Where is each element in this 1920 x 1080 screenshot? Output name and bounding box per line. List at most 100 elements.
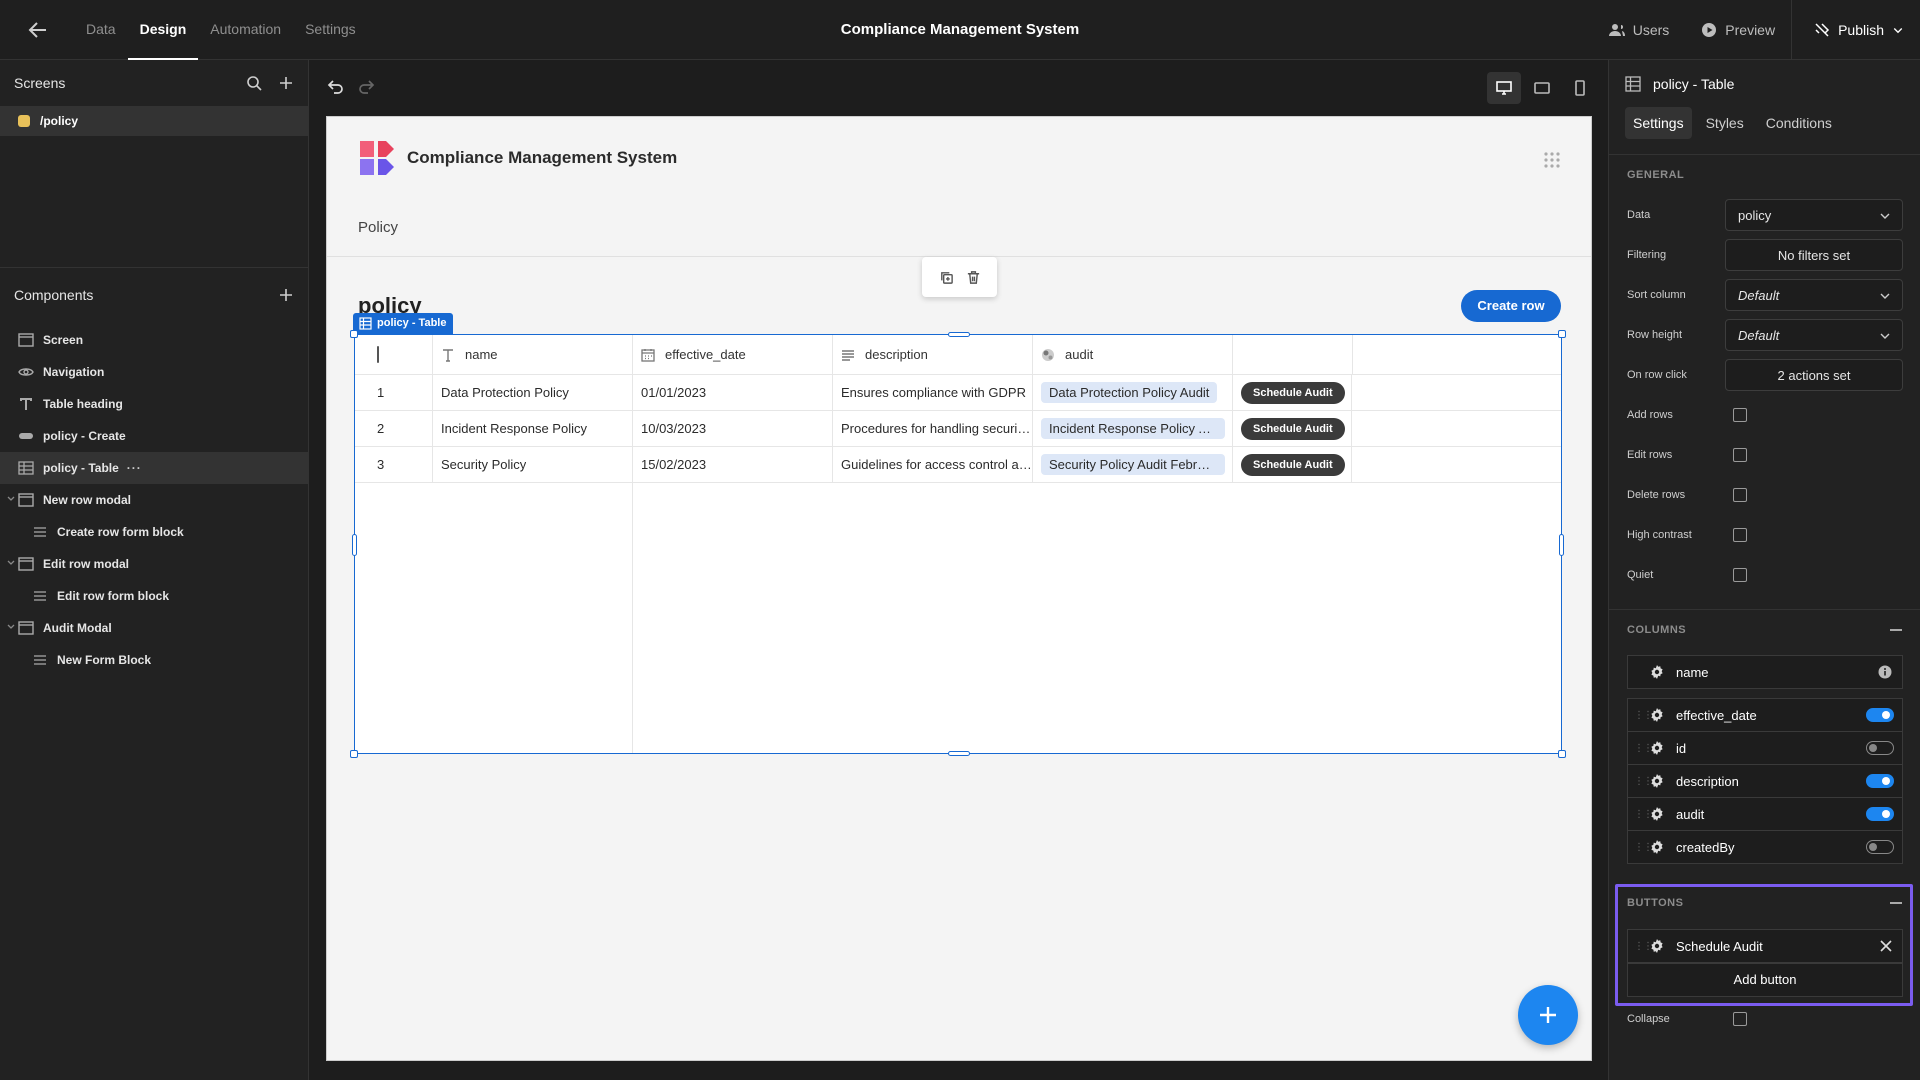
- nav-settings[interactable]: Settings: [293, 0, 368, 60]
- data-select[interactable]: policy: [1725, 199, 1903, 231]
- top-bar: Data Design Automation Settings Complian…: [0, 0, 1920, 60]
- table-row[interactable]: 3 Security Policy 15/02/2023 Guidelines …: [355, 447, 1561, 483]
- undo-icon[interactable]: [326, 78, 344, 96]
- nav-data[interactable]: Data: [74, 0, 128, 60]
- drag-handle-icon[interactable]: ⋮⋮: [1628, 941, 1653, 952]
- nav-automation[interactable]: Automation: [198, 0, 293, 60]
- add-rows-checkbox[interactable]: [1733, 408, 1747, 422]
- tab-conditions[interactable]: Conditions: [1758, 107, 1840, 139]
- column-item-description[interactable]: ⋮⋮ description: [1627, 764, 1903, 798]
- on-row-click-button[interactable]: 2 actions set: [1725, 359, 1903, 391]
- component-audit-modal[interactable]: Audit Modal: [0, 612, 308, 644]
- high-contrast-checkbox[interactable]: [1733, 528, 1747, 542]
- nav-link-policy[interactable]: Policy: [358, 219, 398, 236]
- preview-canvas: Compliance Management System Policy poli…: [326, 116, 1592, 1061]
- resize-handle[interactable]: [948, 751, 970, 756]
- audit-link-pill[interactable]: Incident Response Policy Audit: [1041, 418, 1225, 439]
- add-component-fab[interactable]: [1518, 985, 1578, 1045]
- drag-handle-icon[interactable]: ⋮⋮: [1628, 776, 1653, 787]
- resize-handle[interactable]: [352, 534, 357, 556]
- column-visibility-toggle[interactable]: [1866, 741, 1894, 755]
- column-header-description[interactable]: description: [832, 335, 1032, 374]
- component-new-row-modal[interactable]: New row modal: [0, 484, 308, 516]
- trash-icon[interactable]: [966, 270, 981, 285]
- select-all-checkbox[interactable]: [377, 346, 379, 363]
- component-policy-create[interactable]: policy - Create: [0, 420, 308, 452]
- component-policy-table[interactable]: policy - Table ···: [0, 452, 308, 484]
- publish-label: Publish: [1838, 22, 1884, 38]
- preview-button[interactable]: Preview: [1685, 0, 1791, 60]
- column-header-audit[interactable]: audit: [1032, 335, 1232, 374]
- audit-link-pill[interactable]: Data Protection Policy Audit: [1041, 382, 1218, 403]
- drag-handle-icon[interactable]: ⋮⋮: [1628, 710, 1653, 721]
- button-item-schedule-audit[interactable]: ⋮⋮ Schedule Audit: [1627, 929, 1903, 963]
- column-visibility-toggle[interactable]: [1866, 774, 1894, 788]
- collapse-checkbox[interactable]: [1733, 1012, 1747, 1026]
- audit-link-pill[interactable]: Security Policy Audit February: [1041, 454, 1225, 475]
- delete-rows-checkbox[interactable]: [1733, 488, 1747, 502]
- mobile-view-button[interactable]: [1563, 72, 1597, 104]
- collapse-columns-icon[interactable]: [1890, 629, 1902, 631]
- top-nav: Data Design Automation Settings: [74, 0, 368, 60]
- search-icon[interactable]: [246, 75, 262, 91]
- component-screen[interactable]: Screen: [0, 324, 308, 356]
- quiet-checkbox[interactable]: [1733, 568, 1747, 582]
- column-item-name[interactable]: name: [1627, 655, 1903, 689]
- table-row[interactable]: 1 Data Protection Policy 01/01/2023 Ensu…: [355, 375, 1561, 411]
- column-visibility-toggle[interactable]: [1866, 807, 1894, 821]
- schedule-audit-button[interactable]: Schedule Audit: [1241, 453, 1345, 476]
- column-divider: [632, 483, 633, 753]
- resize-handle[interactable]: [1558, 330, 1566, 338]
- screen-item-policy[interactable]: /policy: [0, 106, 308, 136]
- sort-column-select[interactable]: Default: [1725, 279, 1903, 311]
- duplicate-icon[interactable]: [939, 270, 954, 285]
- close-icon[interactable]: [1880, 940, 1892, 952]
- column-visibility-toggle[interactable]: [1866, 840, 1894, 854]
- drag-handle-icon[interactable]: ⋮⋮: [1628, 743, 1653, 754]
- resize-handle[interactable]: [350, 750, 358, 758]
- redo-icon[interactable]: [358, 78, 376, 96]
- collapse-buttons-icon[interactable]: [1890, 902, 1902, 904]
- component-navigation[interactable]: Navigation: [0, 356, 308, 388]
- column-visibility-toggle[interactable]: [1866, 708, 1894, 722]
- component-edit-row-modal[interactable]: Edit row modal: [0, 548, 308, 580]
- tab-styles[interactable]: Styles: [1698, 107, 1752, 139]
- column-item-effective-date[interactable]: ⋮⋮ effective_date: [1627, 698, 1903, 732]
- table-row[interactable]: 2 Incident Response Policy 10/03/2023 Pr…: [355, 411, 1561, 447]
- create-row-button[interactable]: Create row: [1461, 290, 1561, 322]
- schedule-audit-button[interactable]: Schedule Audit: [1241, 417, 1345, 440]
- schedule-audit-button[interactable]: Schedule Audit: [1241, 381, 1345, 404]
- more-options-icon[interactable]: ···: [127, 461, 142, 475]
- component-tree: Screen Navigation Table heading policy -…: [0, 318, 308, 676]
- back-arrow-icon[interactable]: [26, 18, 50, 42]
- edit-rows-checkbox[interactable]: [1733, 448, 1747, 462]
- row-height-select[interactable]: Default: [1725, 319, 1903, 351]
- column-header-name[interactable]: name: [432, 335, 632, 374]
- column-item-audit[interactable]: ⋮⋮ audit: [1627, 797, 1903, 831]
- resize-handle[interactable]: [1558, 750, 1566, 758]
- add-button[interactable]: Add button: [1627, 963, 1903, 997]
- publish-button[interactable]: Publish: [1791, 0, 1920, 60]
- grid-menu-icon[interactable]: [1543, 151, 1561, 169]
- tab-settings[interactable]: Settings: [1625, 107, 1692, 139]
- add-screen-icon[interactable]: [278, 75, 294, 91]
- resize-handle[interactable]: [948, 332, 970, 337]
- add-component-icon[interactable]: [278, 287, 294, 303]
- nav-design[interactable]: Design: [127, 0, 199, 60]
- users-button[interactable]: Users: [1593, 0, 1686, 60]
- column-header-effective-date[interactable]: effective_date: [632, 335, 832, 374]
- filtering-button[interactable]: No filters set: [1725, 239, 1903, 271]
- column-item-id[interactable]: ⋮⋮ id: [1627, 731, 1903, 765]
- column-item-createdby[interactable]: ⋮⋮ createdBy: [1627, 830, 1903, 864]
- component-table-heading[interactable]: Table heading: [0, 388, 308, 420]
- desktop-view-button[interactable]: [1487, 72, 1521, 104]
- tablet-view-button[interactable]: [1525, 72, 1559, 104]
- component-new-form-block[interactable]: New Form Block: [0, 644, 308, 676]
- drag-handle-icon[interactable]: ⋮⋮: [1628, 842, 1653, 853]
- drag-handle-icon[interactable]: ⋮⋮: [1628, 809, 1653, 820]
- component-create-row-form-block[interactable]: Create row form block: [0, 516, 308, 548]
- resize-handle[interactable]: [350, 330, 358, 338]
- table-icon: [18, 461, 34, 475]
- component-edit-row-form-block[interactable]: Edit row form block: [0, 580, 308, 612]
- resize-handle[interactable]: [1559, 534, 1564, 556]
